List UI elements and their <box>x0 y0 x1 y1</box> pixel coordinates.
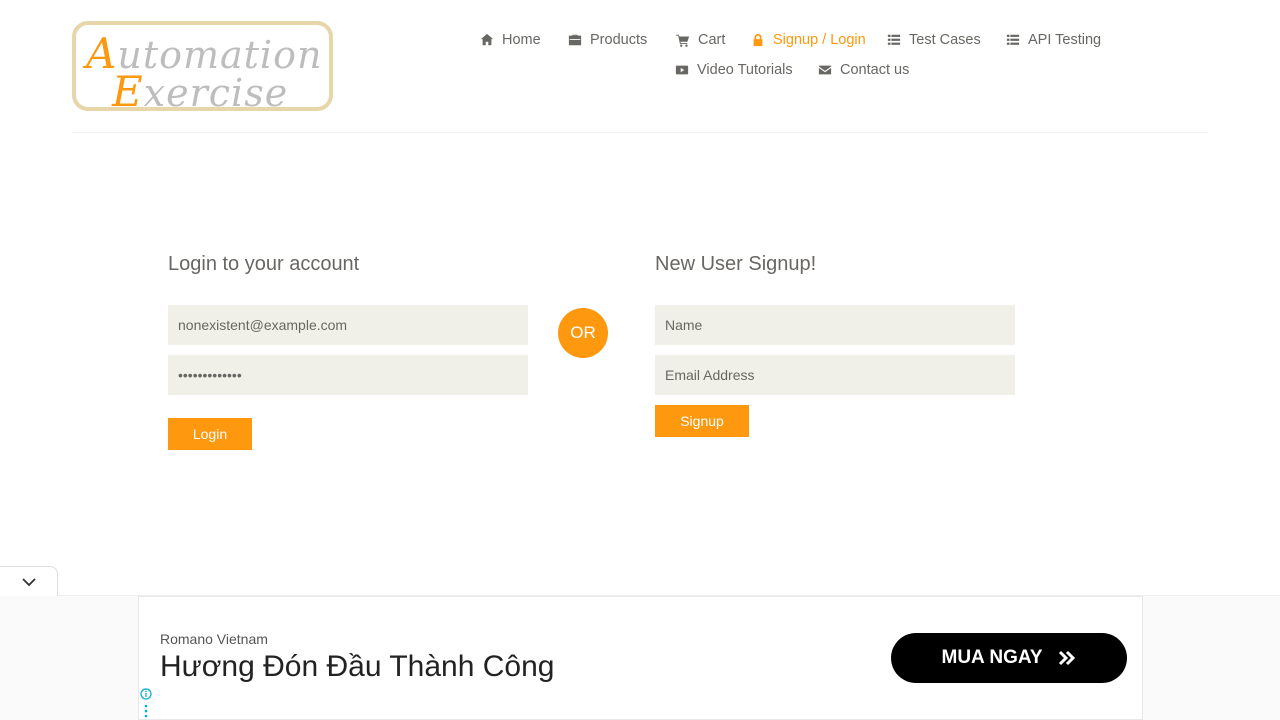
nav-signup-login[interactable]: Signup / Login <box>751 32 866 48</box>
login-title: Login to your account <box>168 253 360 275</box>
nav-products[interactable]: Products <box>568 32 647 48</box>
ad-cta-button[interactable]: MUA NGAY <box>891 633 1127 683</box>
ad-advertiser: Romano Vietnam <box>160 631 268 647</box>
home-icon <box>480 33 494 46</box>
ad-headline[interactable]: Hương Đón Đầu Thành Công <box>160 650 554 684</box>
site-logo[interactable]: Automation Exercise <box>72 21 333 116</box>
nav-video-tutorials[interactable]: Video Tutorials <box>675 62 793 78</box>
lock-icon <box>753 33 763 47</box>
nav-test-cases[interactable]: Test Cases <box>887 32 981 48</box>
nav-api-testing[interactable]: API Testing <box>1006 32 1101 48</box>
double-chevron-right-icon <box>1058 650 1075 666</box>
login-password-field[interactable] <box>168 355 528 395</box>
nav-contact-us[interactable]: Contact us <box>818 62 909 78</box>
signup-title: New User Signup! <box>655 253 817 275</box>
login-email-field[interactable] <box>168 305 528 345</box>
signup-name-field[interactable] <box>655 305 1015 345</box>
logo-line-2: Exercise <box>112 67 289 116</box>
chevron-down-icon <box>21 577 36 586</box>
list-icon <box>1006 34 1020 45</box>
briefcase-icon <box>568 34 582 46</box>
youtube-play-icon <box>675 65 689 75</box>
ad-info-icon[interactable] <box>140 688 152 700</box>
envelope-icon <box>818 65 832 75</box>
nav-home[interactable]: Home <box>480 32 541 48</box>
or-divider: OR <box>558 308 608 358</box>
ad-collapse-button[interactable] <box>0 566 58 596</box>
nav-cart[interactable]: Cart <box>676 32 725 48</box>
cart-icon <box>676 34 690 47</box>
header-divider <box>72 132 1208 133</box>
ad-menu-icon[interactable] <box>144 704 148 718</box>
signup-email-field[interactable] <box>655 355 1015 395</box>
login-button[interactable]: Login <box>168 418 252 450</box>
signup-button[interactable]: Signup <box>655 405 749 437</box>
list-icon <box>887 34 901 45</box>
